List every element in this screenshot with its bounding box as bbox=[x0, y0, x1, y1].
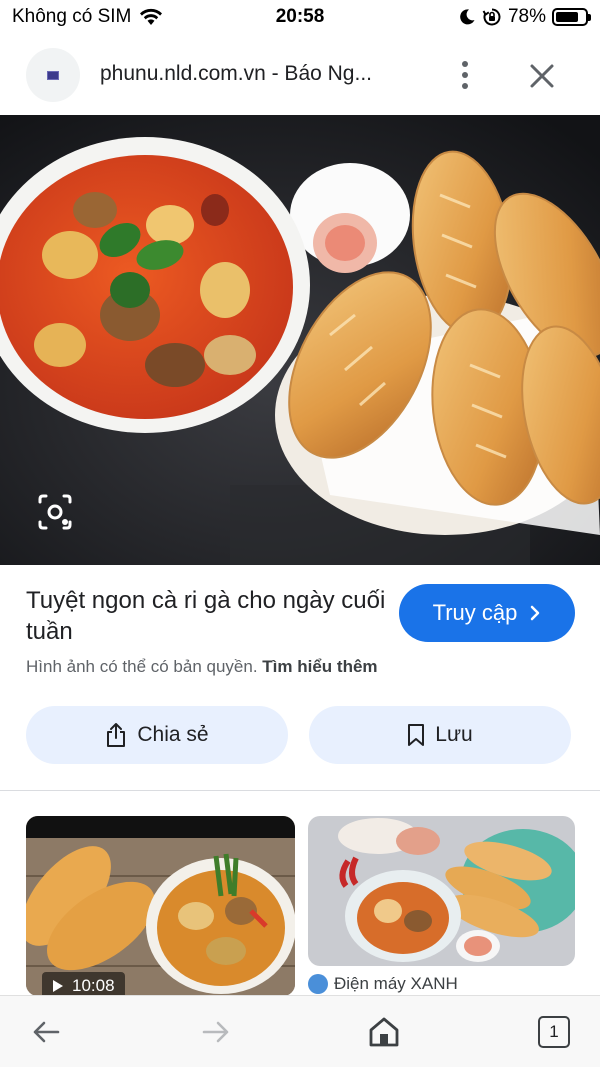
preview-image[interactable] bbox=[0, 115, 600, 565]
related-source-name: Điện máy XANH bbox=[334, 974, 458, 993]
visit-label: Truy cập bbox=[432, 600, 518, 625]
related-thumbnail bbox=[26, 816, 295, 996]
battery-level bbox=[556, 12, 578, 22]
bookmark-icon bbox=[408, 724, 425, 746]
curry-bread-image bbox=[0, 115, 600, 565]
related-source[interactable]: Điện máy XANH bbox=[308, 974, 458, 994]
learn-more-link[interactable]: Tìm hiểu thêm bbox=[262, 657, 377, 676]
share-button[interactable]: Chia sẻ bbox=[26, 706, 288, 764]
save-button[interactable]: Lưu bbox=[309, 706, 571, 764]
section-divider bbox=[0, 790, 600, 791]
more-vert-icon[interactable] bbox=[452, 56, 478, 94]
source-title[interactable]: phunu.nld.com.vn - Báo Ng... bbox=[100, 62, 372, 86]
share-icon bbox=[107, 723, 126, 747]
copyright-notice: Hình ảnh có thể có bản quyền. Tìm hiểu t… bbox=[26, 657, 378, 677]
related-result-image[interactable] bbox=[308, 816, 575, 966]
battery-icon bbox=[552, 8, 591, 26]
bottom-toolbar: 1 bbox=[0, 995, 600, 1067]
lens-icon[interactable] bbox=[28, 488, 82, 536]
related-result-video[interactable] bbox=[26, 816, 295, 996]
site-favicon-mark bbox=[47, 70, 59, 80]
tabs-icon[interactable]: 1 bbox=[538, 1016, 570, 1048]
close-icon[interactable] bbox=[524, 58, 560, 94]
copyright-text: Hình ảnh có thể có bản quyền. bbox=[26, 657, 258, 676]
play-icon bbox=[53, 980, 63, 992]
status-bar: Không có SIM 20:58 78% bbox=[0, 0, 600, 36]
tab-count: 1 bbox=[549, 1022, 559, 1041]
chevron-right-icon bbox=[531, 605, 540, 621]
visit-button[interactable]: Truy cập bbox=[399, 584, 575, 642]
save-label: Lưu bbox=[435, 723, 473, 746]
battery-percent: 78% bbox=[507, 6, 546, 27]
video-duration: 10:08 bbox=[72, 976, 115, 995]
result-header: phunu.nld.com.vn - Báo Ng... bbox=[0, 40, 600, 110]
moon-icon bbox=[460, 9, 475, 25]
source-favicon bbox=[308, 974, 328, 994]
back-icon[interactable] bbox=[28, 1014, 64, 1050]
site-favicon[interactable] bbox=[26, 48, 80, 102]
share-label: Chia sẻ bbox=[137, 723, 209, 746]
orientation-lock-icon bbox=[482, 8, 501, 26]
home-icon[interactable] bbox=[366, 1014, 402, 1050]
forward-icon[interactable] bbox=[198, 1014, 234, 1050]
status-right: 78% bbox=[458, 6, 591, 28]
related-thumbnail-2 bbox=[308, 816, 575, 966]
image-title: Tuyệt ngon cà ri gà cho ngày cuối tuần bbox=[26, 587, 386, 645]
